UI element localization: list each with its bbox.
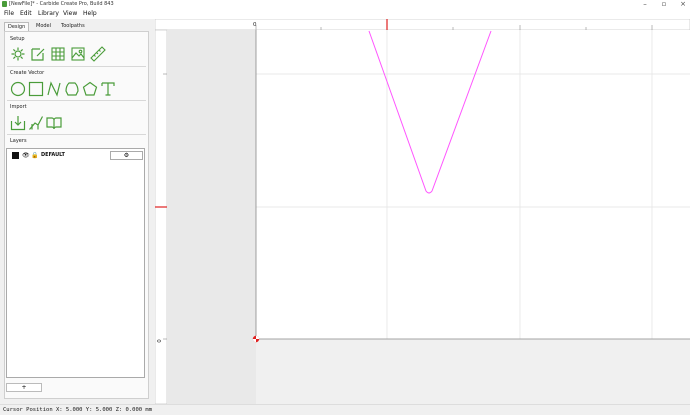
- draw-pentagon-button[interactable]: [82, 81, 98, 97]
- image-button[interactable]: [70, 46, 86, 62]
- top-ruler: [154, 18, 690, 31]
- top-ruler-zero-label: 0: [253, 22, 257, 28]
- canvas-svg[interactable]: 0 0: [154, 18, 690, 405]
- app-logo-icon: [2, 1, 7, 7]
- measure-button[interactable]: [90, 46, 106, 62]
- tab-toolpaths[interactable]: Toolpaths: [58, 22, 88, 31]
- maximize-button[interactable]: ▫: [657, 0, 671, 9]
- layer-settings-button[interactable]: ⚙: [110, 151, 143, 160]
- section-layers-label: Layers: [10, 138, 27, 144]
- tab-design[interactable]: Design: [4, 22, 30, 31]
- import-icon: [10, 116, 26, 131]
- add-layer-button[interactable]: +: [6, 383, 42, 392]
- clipart-library-button[interactable]: [46, 115, 62, 131]
- menu-file[interactable]: File: [4, 9, 14, 19]
- draw-curve-button[interactable]: [46, 81, 62, 97]
- section-create-vector-label: Create Vector: [10, 70, 45, 76]
- library-icon: [46, 117, 62, 130]
- layers-list: 👁 🔒 DEFAULT ⚙: [6, 148, 145, 378]
- gear-icon: ⚙: [123, 152, 130, 159]
- edit-document-button[interactable]: [30, 46, 46, 62]
- draw-text-button[interactable]: [100, 81, 116, 97]
- image-icon: [71, 47, 85, 61]
- section-setup-label: Setup: [10, 36, 25, 42]
- grid-button[interactable]: [50, 46, 66, 62]
- rectangle-icon: [28, 81, 44, 97]
- left-ruler: [154, 29, 168, 405]
- gear-icon: [11, 47, 25, 61]
- stock-area: [256, 30, 690, 339]
- tab-model[interactable]: Model: [33, 22, 54, 31]
- draw-polygon-button[interactable]: [64, 81, 80, 97]
- divider: [7, 100, 146, 101]
- minimize-button[interactable]: –: [638, 0, 652, 9]
- menu-help[interactable]: Help: [83, 9, 97, 19]
- polygon-icon: [65, 82, 79, 96]
- menu-library[interactable]: Library: [38, 9, 59, 19]
- origin-icon: [252, 335, 260, 343]
- menu-bar: File Edit Library View Help: [0, 9, 690, 19]
- draw-circle-button[interactable]: [10, 81, 26, 97]
- eye-icon[interactable]: 👁: [22, 151, 30, 160]
- layer-color-swatch[interactable]: [12, 152, 19, 159]
- left-ruler-zero-label: 0: [157, 339, 163, 343]
- title-bar: [NewFile]* - Carbide Create Pro, Build 8…: [0, 0, 690, 9]
- layer-name: DEFAULT: [41, 152, 65, 158]
- menu-view[interactable]: View: [63, 9, 77, 19]
- draw-rectangle-button[interactable]: [28, 81, 44, 97]
- edit-document-icon: [31, 48, 45, 61]
- job-setup-button[interactable]: [10, 46, 26, 62]
- ruler-icon: [90, 46, 106, 62]
- divider: [7, 134, 146, 135]
- status-bar: Cursor Position X: 5.000 Y: 5.000 Z: 0.0…: [0, 404, 690, 414]
- close-button[interactable]: ×: [676, 0, 690, 9]
- circle-icon: [10, 81, 26, 97]
- grid-icon: [51, 47, 65, 61]
- import-vectors-button[interactable]: [10, 115, 26, 131]
- pentagon-icon: [82, 81, 98, 96]
- trace-image-button[interactable]: [28, 115, 44, 131]
- window-title: [NewFile]* - Carbide Create Pro, Build 8…: [9, 1, 114, 7]
- text-icon: [101, 82, 115, 96]
- lock-icon[interactable]: 🔒: [31, 151, 38, 160]
- design-canvas[interactable]: 0 0: [154, 18, 690, 405]
- section-import-label: Import: [10, 104, 27, 110]
- menu-edit[interactable]: Edit: [20, 9, 32, 19]
- curve-icon: [47, 81, 61, 97]
- divider: [7, 66, 146, 67]
- trace-icon: [29, 116, 44, 130]
- layer-row[interactable]: 👁 🔒 DEFAULT ⚙: [7, 151, 144, 161]
